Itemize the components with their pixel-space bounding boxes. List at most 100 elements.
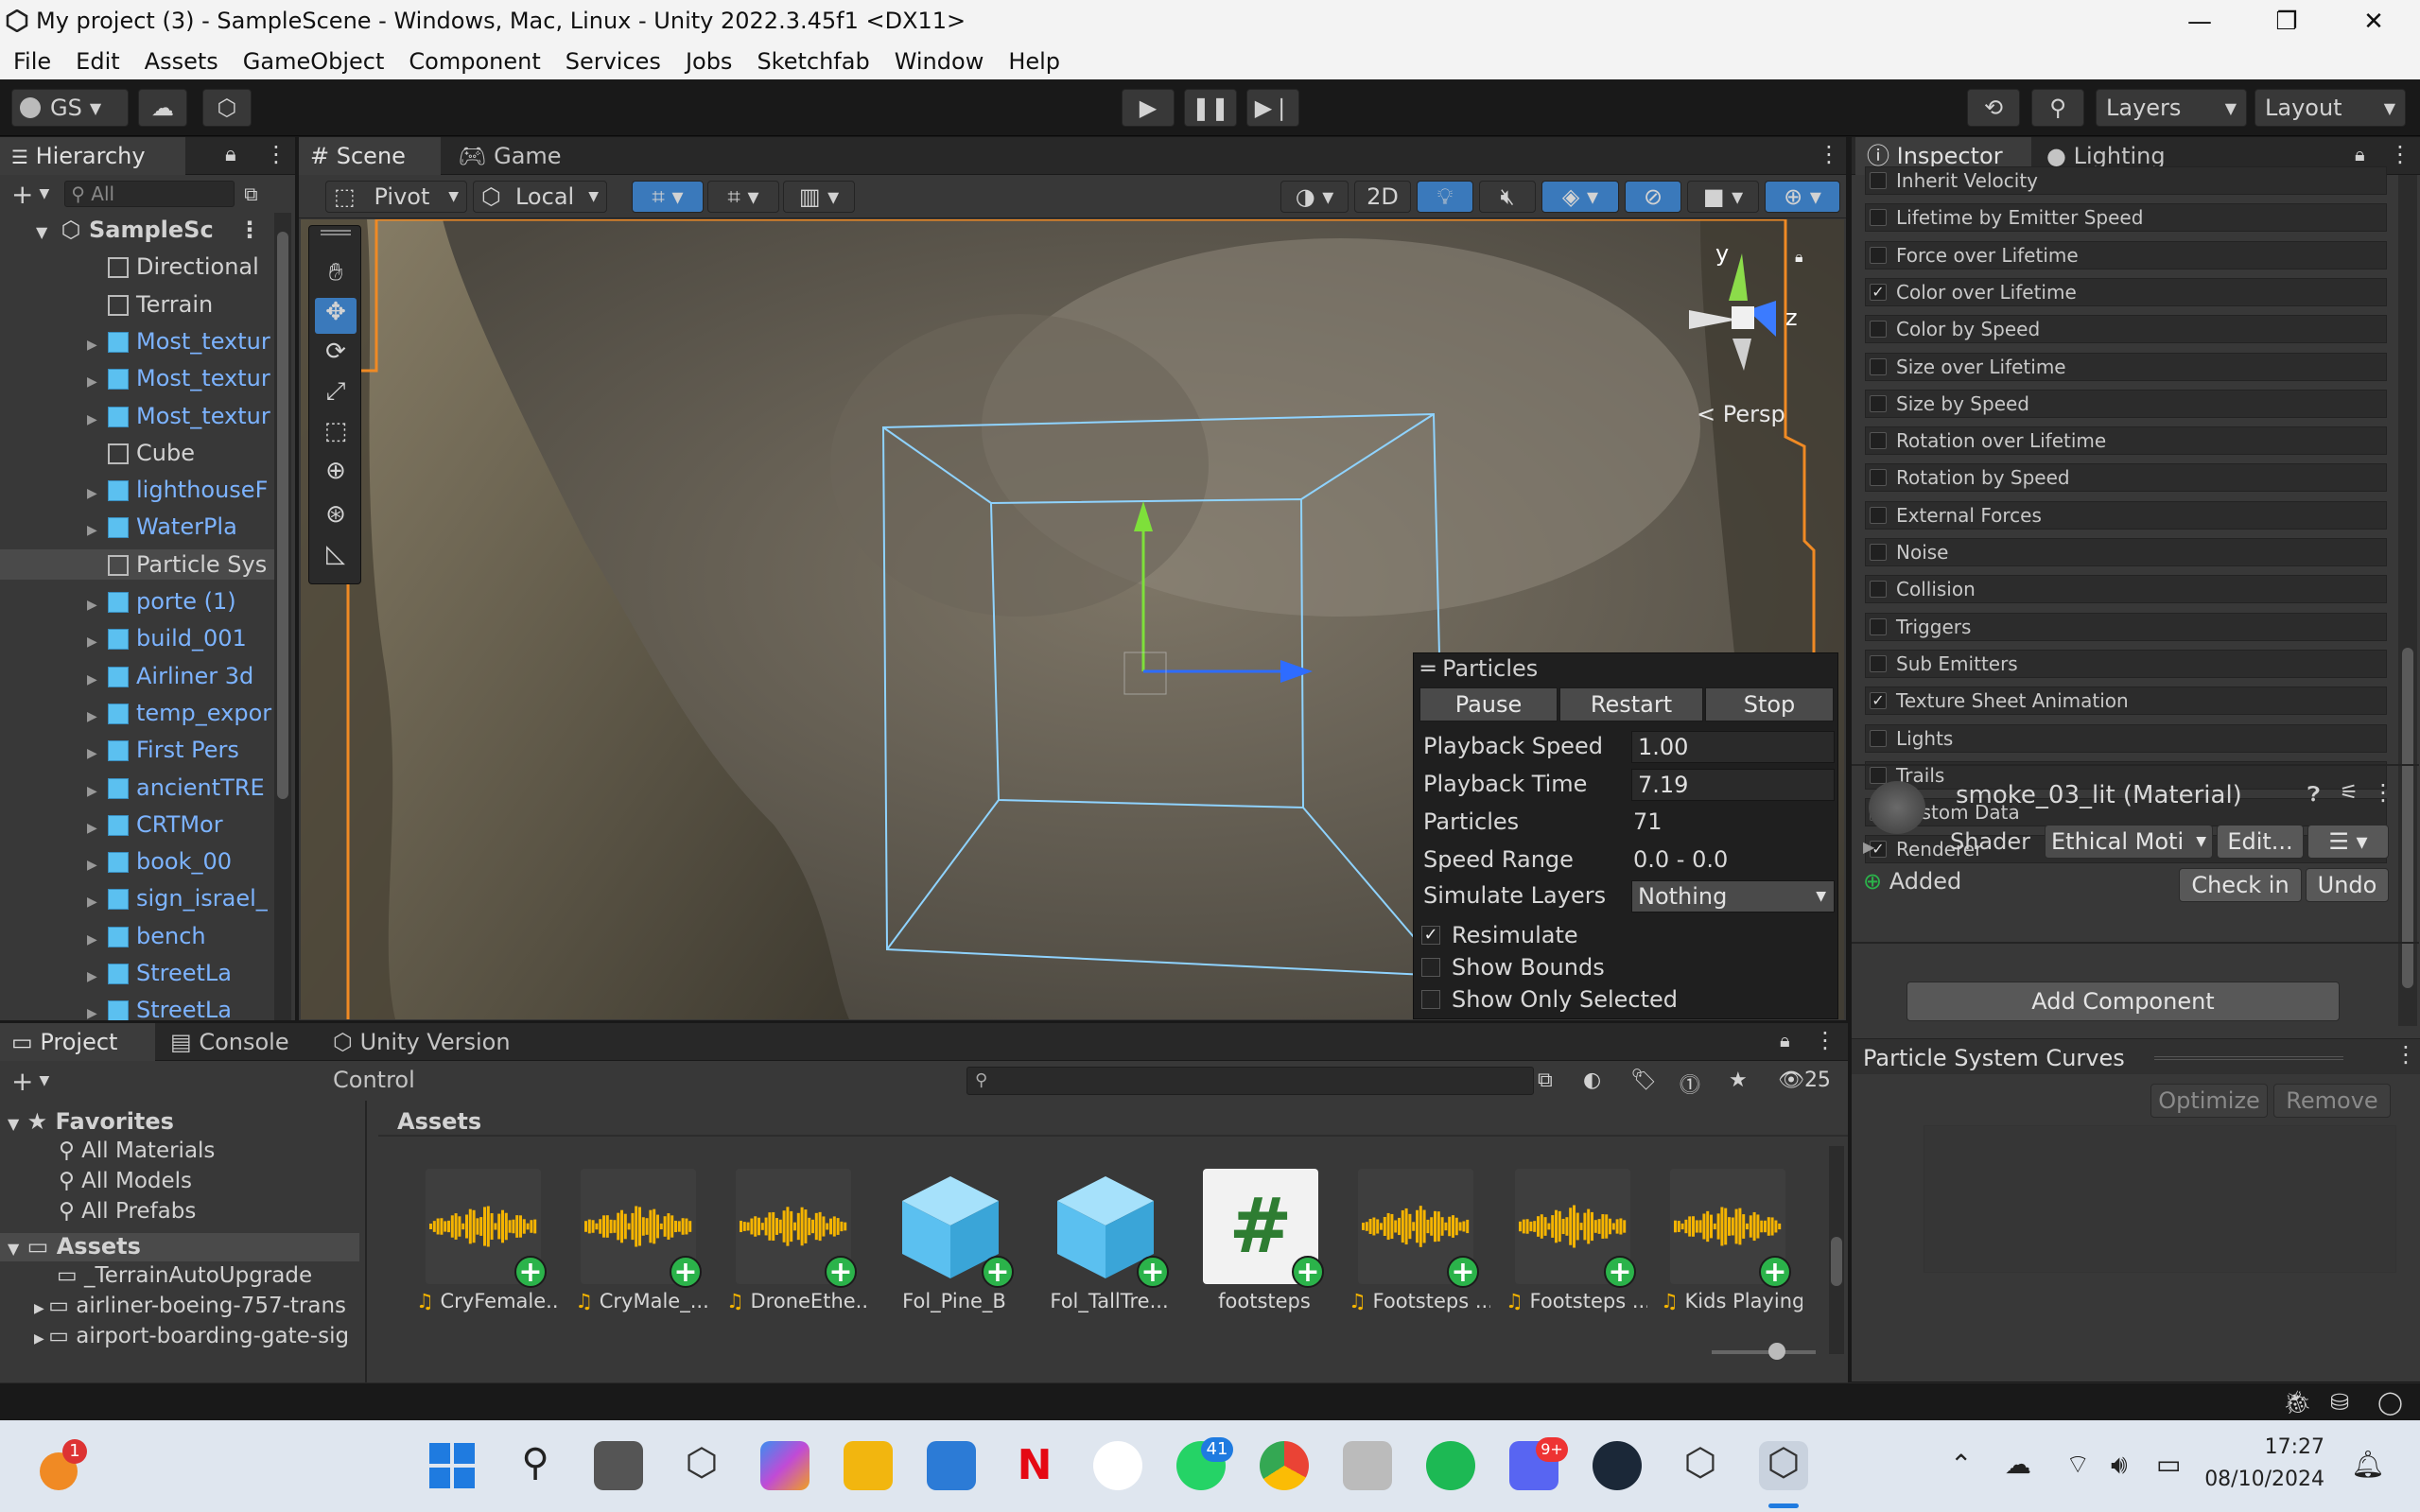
undo-button[interactable]: Undo [2306, 868, 2389, 902]
chevron-right-icon[interactable]: ▶ [87, 330, 108, 360]
preset-icon[interactable]: ⚟ [2340, 781, 2359, 805]
shape-tool-icon[interactable]: ◺ [315, 540, 357, 576]
asset-item[interactable]: + ♫ DroneEthe... [726, 1169, 868, 1312]
playback-speed-field[interactable]: 1.00 [1631, 731, 1835, 763]
scale-tool-icon[interactable]: ⤢ [315, 377, 357, 413]
more-options-icon[interactable]: ⋮ [265, 141, 287, 167]
chevron-down-icon[interactable]: ▼ [39, 186, 49, 201]
hierarchy-item[interactable]: ▶ CRTMor [0, 809, 274, 840]
unity-editor-icon[interactable]: ⬡ [1759, 1441, 1808, 1490]
chrome-icon[interactable] [1260, 1441, 1309, 1490]
asset-item[interactable]: + ♫ CryFemale... [416, 1169, 558, 1312]
chevron-right-icon[interactable]: ▶ [87, 665, 108, 695]
check-in-button[interactable]: Check in [2179, 868, 2302, 902]
transform-tool-icon[interactable]: ⊕ [315, 457, 357, 493]
netflix-icon[interactable]: N [1010, 1441, 1059, 1490]
bug-icon[interactable]: 🐞︎ [2283, 1389, 2311, 1416]
menu-sketchfab[interactable]: Sketchfab [757, 43, 869, 79]
menu-assets[interactable]: Assets [145, 43, 218, 79]
project-search-input[interactable]: ⚲ [966, 1067, 1534, 1095]
favorite-all-materials[interactable]: ⚲ All Materials [59, 1138, 215, 1163]
tab-unity-version-control[interactable]: ⬡ Unity Version Control [322, 1023, 605, 1093]
microsoft-store-icon[interactable] [927, 1441, 976, 1490]
favorite-all-prefabs[interactable]: ⚲ All Prefabs [59, 1199, 196, 1224]
chevron-right-icon[interactable]: ▶ [87, 478, 108, 509]
module-checkbox[interactable] [1870, 357, 1887, 375]
filter-type-icon[interactable]: ◐ [1583, 1069, 1601, 1092]
show-only-selected-checkbox[interactable] [1421, 990, 1440, 1009]
module-row[interactable]: Noise [1865, 538, 2387, 566]
more-options-icon[interactable]: ⋮ [238, 215, 261, 245]
menu-gameobject[interactable]: GameObject [243, 43, 385, 79]
step-button[interactable]: ▶❘ [1246, 89, 1299, 127]
optimize-button[interactable]: Optimize [2150, 1084, 2268, 1118]
asset-item[interactable]: # + footsteps [1193, 1169, 1324, 1312]
asset-item[interactable]: + Fol_TallTre... [1038, 1169, 1169, 1312]
module-row[interactable]: Color by Speed [1865, 315, 2387, 344]
module-row[interactable]: Collision [1865, 575, 2387, 604]
module-checkbox[interactable] [1870, 617, 1887, 635]
module-row[interactable]: ✓ Color over Lifetime [1865, 277, 2387, 306]
tab-scene[interactable]: # Scene [299, 137, 441, 175]
copilot-icon[interactable] [760, 1441, 810, 1490]
camera-icon[interactable]: ■ ▾ [1687, 181, 1759, 213]
mode-2d-button[interactable]: 2D [1354, 181, 1411, 213]
chevron-right-icon[interactable]: ▶ [87, 702, 108, 732]
custom-tool-icon[interactable]: ⊛ [315, 500, 357, 536]
help-icon[interactable]: ❓︎ [2307, 783, 2320, 807]
chevron-right-icon[interactable]: ▶ [87, 813, 108, 843]
check-circle-icon[interactable]: ◯ [2377, 1389, 2403, 1416]
module-checkbox[interactable] [1870, 246, 1887, 264]
asset-item[interactable]: + ♫ Footsteps ... [1349, 1169, 1490, 1312]
maximize-button[interactable]: ❐ [2258, 4, 2315, 40]
hierarchy-item[interactable]: ▶ WaterPla [0, 512, 274, 542]
chevron-up-icon[interactable]: ⌃ [1950, 1449, 1972, 1480]
hierarchy-item[interactable]: ▶ First Pers [0, 735, 274, 765]
chevron-right-icon[interactable]: ▶ [87, 367, 108, 397]
assets-breadcrumb[interactable]: Assets [380, 1101, 1844, 1135]
module-checkbox[interactable] [1870, 394, 1887, 412]
snap-increment-button[interactable]: ⌗ ▾ [707, 181, 779, 213]
more-options-icon[interactable]: ⋮ [2394, 1041, 2417, 1068]
tree-folder[interactable]: ▭ _TerrainAutoUpgrade [57, 1263, 312, 1288]
hierarchy-item[interactable]: ▶ StreetLa [0, 995, 274, 1020]
module-checkbox[interactable] [1870, 766, 1887, 784]
hierarchy-item[interactable]: ▶ Most_textur [0, 363, 274, 393]
label-icon[interactable]: 🏷︎ [1630, 1069, 1657, 1092]
notification-bell-icon[interactable]: 🔔︎ [2351, 1449, 2385, 1480]
module-row[interactable]: Size by Speed [1865, 389, 2387, 418]
module-checkbox[interactable] [1870, 172, 1887, 189]
clock-time[interactable]: 17:27 [2220, 1435, 2324, 1459]
rect-tool-icon[interactable]: ⬚ [315, 417, 357, 453]
hierarchy-item[interactable]: ▶ lighthouseF [0, 475, 274, 505]
lighting-toggle-icon[interactable]: 💡︎ [1417, 181, 1473, 213]
key-app-icon[interactable] [1093, 1441, 1142, 1490]
asset-item[interactable]: + ♫ CryMale_... [571, 1169, 709, 1312]
asset-item[interactable]: + ♫ Kids Playing [1661, 1169, 1802, 1312]
layers-dropdown[interactable]: Layers ▼ [2096, 89, 2247, 127]
search-scope-icon[interactable]: ⧉ [1538, 1069, 1553, 1092]
chevron-right-icon[interactable]: ▶ [87, 405, 108, 435]
menu-jobs[interactable]: Jobs [686, 43, 733, 79]
add-icon[interactable]: + [11, 1066, 33, 1097]
chevron-right-icon[interactable]: ▶ [87, 999, 108, 1020]
module-row[interactable]: Sub Emitters [1865, 649, 2387, 678]
shader-options-dropdown[interactable]: ☰ ▾ [2307, 825, 2389, 859]
simulate-layers-dropdown[interactable]: Nothing ▼ [1631, 880, 1835, 912]
module-checkbox[interactable]: ✓ [1870, 692, 1887, 710]
chevron-right-icon[interactable]: ▶ [87, 627, 108, 657]
edit-shader-button[interactable]: Edit... [2217, 825, 2304, 859]
hierarchy-item[interactable]: ▶ Most_textur [0, 326, 274, 356]
hidden-count[interactable]: 👁︎25 [1778, 1069, 1831, 1092]
scene-filter-icon[interactable]: ⧉ [244, 182, 257, 205]
wifi-icon[interactable]: ⌔ [2065, 1449, 2090, 1482]
unity-icon[interactable]: ⬡ [1676, 1441, 1725, 1490]
rotate-tool-icon[interactable]: ⟳ [315, 338, 357, 374]
volume-icon[interactable]: 🔊︎ [2111, 1449, 2128, 1481]
resimulate-checkbox[interactable]: ✓ [1421, 926, 1440, 945]
asset-item[interactable]: + ♫ Footsteps ... [1506, 1169, 1647, 1312]
module-row[interactable]: Triggers [1865, 612, 2387, 641]
asset-item[interactable]: + Fol_Pine_B [883, 1169, 1014, 1312]
persp-label[interactable]: < Persp [1697, 401, 1785, 427]
local-dropdown[interactable]: ⬡ Local ▼ [473, 181, 607, 213]
